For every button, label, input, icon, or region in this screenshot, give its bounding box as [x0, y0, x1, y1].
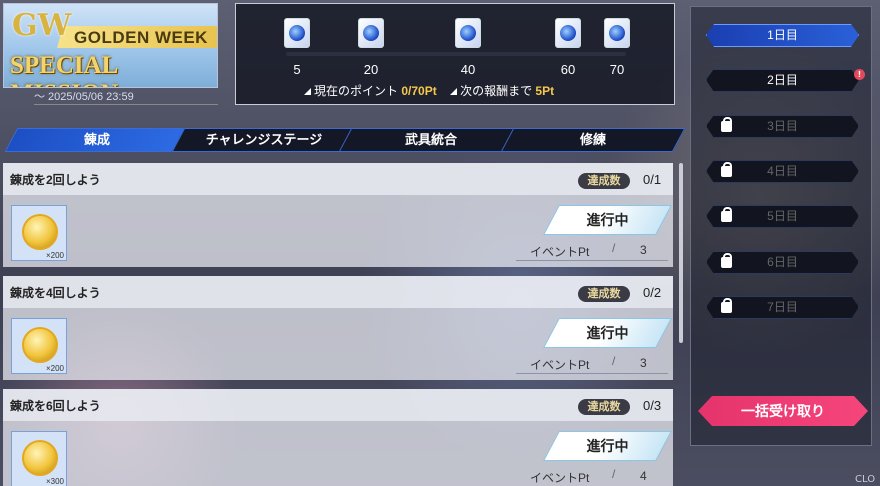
tab-challenge-stage[interactable]: チャレンジステージ [171, 128, 357, 152]
reward-item[interactable]: ×200 [11, 318, 67, 374]
mission-card: 錬成を6回しよう 達成数 0/3 ×300 進行中 イベントPt/4 [3, 389, 673, 486]
day-tab-3[interactable]: 3日目 [706, 115, 859, 138]
triangle-icon [450, 88, 458, 95]
lock-icon [721, 207, 732, 222]
day-tab-4[interactable]: 4日目 [706, 160, 859, 183]
claim-all-button[interactable]: 一括受け取り [698, 396, 868, 426]
day-tab-1[interactable]: 1日目 [706, 24, 859, 47]
mission-title: 錬成を4回しよう [10, 286, 101, 300]
point-progress-panel: 5 20 40 60 70 現在のポイント 0/70Pt 次の報酬まで 5Pt [235, 3, 675, 105]
point-info: 現在のポイント 0/70Pt 次の報酬まで 5Pt [304, 82, 554, 99]
milestone-label: 5 [293, 62, 301, 77]
achieve-count: 0/3 [643, 398, 662, 413]
in-progress-button[interactable]: 進行中 [543, 318, 672, 348]
achieve-count: 0/2 [643, 285, 662, 300]
achieve-label: 達成数 [578, 286, 630, 302]
day-selector-panel: 1日目 2日目 ! 3日目 4日目 5日目 6日目 7日目 [690, 6, 872, 446]
reward-item[interactable]: ×200 [11, 205, 67, 261]
mission-list[interactable]: 錬成を2回しよう 達成数 0/1 ×200 進行中 イベントPt/3 錬成を4回… [3, 163, 675, 486]
event-points: イベントPt/3 [516, 352, 668, 374]
milestone-reward-icon[interactable] [358, 18, 384, 48]
mission-scrollbar[interactable] [679, 163, 683, 343]
lock-icon [721, 298, 732, 313]
mission-title: 錬成を6回しよう [10, 399, 101, 413]
banner-line1: GOLDEN WEEK [74, 28, 208, 47]
gold-coin-icon [22, 327, 58, 363]
reward-quantity: ×200 [45, 251, 64, 260]
mission-card: 錬成を4回しよう 達成数 0/2 ×200 進行中 イベントPt/3 [3, 276, 673, 380]
mission-title: 錬成を2回しよう [10, 173, 101, 187]
mission-card: 錬成を2回しよう 達成数 0/1 ×200 進行中 イベントPt/3 [3, 163, 673, 267]
next-reward-points: 5Pt [535, 84, 555, 98]
notification-badge: ! [854, 69, 865, 80]
lock-icon [721, 117, 732, 132]
reward-quantity: ×300 [45, 477, 64, 486]
in-progress-button[interactable]: 進行中 [543, 205, 672, 235]
reward-item[interactable]: ×300 [11, 431, 67, 486]
close-label[interactable]: CLO [855, 474, 875, 485]
event-points: イベントPt/4 [516, 465, 668, 486]
achieve-count: 0/1 [643, 172, 662, 187]
reward-quantity: ×200 [45, 364, 64, 373]
day-tab-6[interactable]: 6日目 [706, 251, 859, 274]
current-points: 0/70Pt [401, 84, 437, 98]
gold-coin-icon [22, 440, 58, 476]
achieve-label: 達成数 [578, 173, 630, 189]
tab-renseki[interactable]: 錬成 [4, 128, 190, 152]
milestone-reward-icon[interactable] [604, 18, 630, 48]
triangle-icon [304, 88, 311, 95]
event-deadline: 〜 2025/05/06 23:59 [34, 88, 218, 105]
event-points: イベントPt/3 [516, 239, 668, 261]
banner-line2: SPECIAL MISSION [10, 52, 118, 87]
milestone-label: 60 [560, 62, 576, 77]
day-tab-2[interactable]: 2日目 [706, 69, 859, 92]
milestone-reward-icon[interactable] [284, 18, 310, 48]
lock-icon [721, 162, 732, 177]
day-tab-5[interactable]: 5日目 [706, 205, 859, 228]
milestone-label: 70 [609, 62, 625, 77]
milestone-reward-icon[interactable] [555, 18, 581, 48]
in-progress-button[interactable]: 進行中 [543, 431, 672, 461]
milestone-reward-icon[interactable] [455, 18, 481, 48]
tab-equipment-merge[interactable]: 武具統合 [338, 128, 524, 152]
event-banner: GW GOLDEN WEEK SPECIAL MISSION [3, 3, 218, 88]
gold-coin-icon [22, 214, 58, 250]
milestone-label: 20 [363, 62, 379, 77]
tab-training[interactable]: 修練 [500, 128, 686, 152]
mission-tabs: 錬成 チャレンジステージ 武具統合 修練 [3, 128, 686, 152]
day-tab-7[interactable]: 7日目 [706, 296, 859, 319]
progress-bar [286, 52, 626, 56]
gw-logo: GW [12, 8, 72, 43]
achieve-label: 達成数 [578, 399, 630, 415]
milestone-label: 40 [460, 62, 476, 77]
lock-icon [721, 253, 732, 268]
